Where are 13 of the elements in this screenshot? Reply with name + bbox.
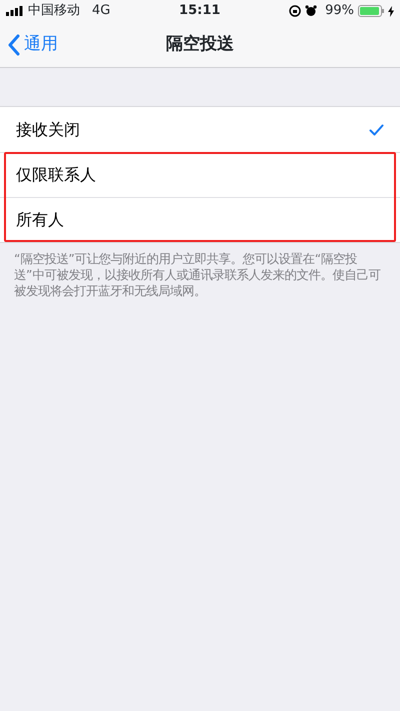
signal-icon bbox=[6, 6, 24, 16]
status-time: 15:11 bbox=[179, 2, 220, 20]
rotation-lock-icon bbox=[289, 5, 302, 17]
battery-percent: 99% bbox=[325, 2, 354, 20]
page-title: 隔空投送 bbox=[166, 32, 234, 56]
checkmark-icon bbox=[369, 124, 384, 136]
chevron-left-icon bbox=[8, 34, 20, 56]
back-button[interactable]: 通用 bbox=[8, 32, 58, 58]
carrier-label: 中国移动 bbox=[28, 2, 80, 20]
footer-description: “隔空投送”可让您与附近的用户立即共享。您可以设置在“隔空投送”中可被发现，以接收所有人或通讯录联系人发来的文件。使自己可被发现将会打开蓝牙和无线局域网。 bbox=[13, 251, 382, 300]
network-label: 4G bbox=[92, 2, 110, 20]
battery-icon bbox=[358, 5, 384, 17]
alarm-icon bbox=[305, 5, 318, 17]
